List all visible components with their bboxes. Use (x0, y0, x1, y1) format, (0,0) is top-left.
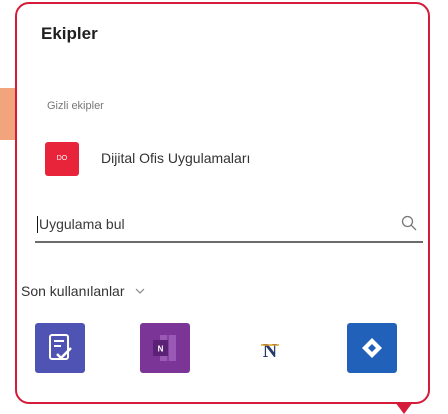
team-item[interactable]: DO Dijital Ofis Uygulamaları (45, 138, 345, 178)
n-glyph-icon: N (261, 340, 279, 362)
recent-apps-header[interactable]: Son kullanılanlar (21, 281, 145, 301)
onenote-app-icon[interactable]: N (140, 323, 190, 373)
forms-glyph-icon (49, 334, 72, 360)
forms-app-icon[interactable] (35, 323, 85, 373)
side-tab-decoration (0, 88, 16, 140)
app-search-input[interactable] (39, 212, 379, 236)
panel-title: Ekipler (41, 24, 98, 43)
team-avatar: DO (45, 142, 79, 176)
n-app-icon[interactable]: N (245, 323, 295, 373)
onenote-glyph-icon: N (153, 335, 176, 361)
recent-apps-label: Son kullanılanlar (21, 283, 125, 299)
team-name: Dijital Ofis Uygulamaları (101, 150, 251, 166)
app-search-box[interactable] (35, 207, 423, 243)
svg-text:N: N (263, 340, 278, 362)
text-cursor (37, 216, 38, 233)
jira-app-icon[interactable] (347, 323, 397, 373)
chevron-down-icon (135, 288, 144, 294)
jira-glyph-icon (362, 338, 382, 358)
search-icon[interactable] (401, 215, 417, 231)
teams-apps-panel: Ekipler Gizli ekipler DO Dijital Ofis Uy… (15, 2, 430, 404)
hidden-teams-label: Gizli ekipler (47, 100, 104, 112)
svg-text:N: N (158, 345, 164, 354)
callout-pointer (395, 402, 413, 414)
